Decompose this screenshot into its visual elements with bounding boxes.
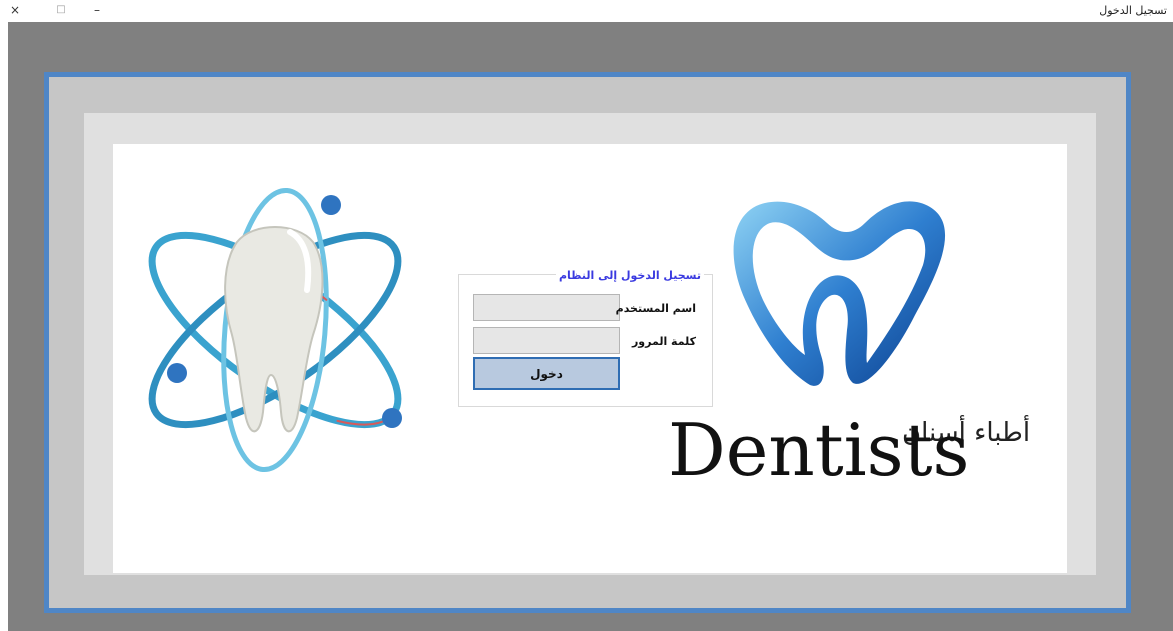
password-label: كلمة المرور	[631, 335, 696, 348]
login-button[interactable]: دخول	[473, 357, 620, 390]
close-icon[interactable]: ×	[4, 1, 26, 19]
window-title: تسجيل الدخول	[1099, 4, 1167, 17]
brand-name: Dentists	[668, 408, 970, 492]
minimize-icon[interactable]: –	[86, 1, 108, 19]
username-input[interactable]	[473, 294, 620, 321]
title-bar: × □ – تسجيل الدخول	[0, 0, 1173, 22]
electron-dot	[167, 363, 187, 383]
tooth-atom-illustration	[148, 187, 402, 473]
electron-dot	[382, 408, 402, 428]
password-input[interactable]	[473, 327, 620, 354]
login-form: تسجيل الدخول إلى النظام اسم المستخدم كلم…	[458, 269, 713, 407]
username-label: اسم المستخدم	[615, 302, 696, 315]
electron-dot	[321, 195, 341, 215]
login-title: تسجيل الدخول إلى النظام	[555, 269, 704, 282]
dentist-logo-icon	[733, 201, 946, 386]
maximize-icon[interactable]: □	[50, 1, 72, 19]
